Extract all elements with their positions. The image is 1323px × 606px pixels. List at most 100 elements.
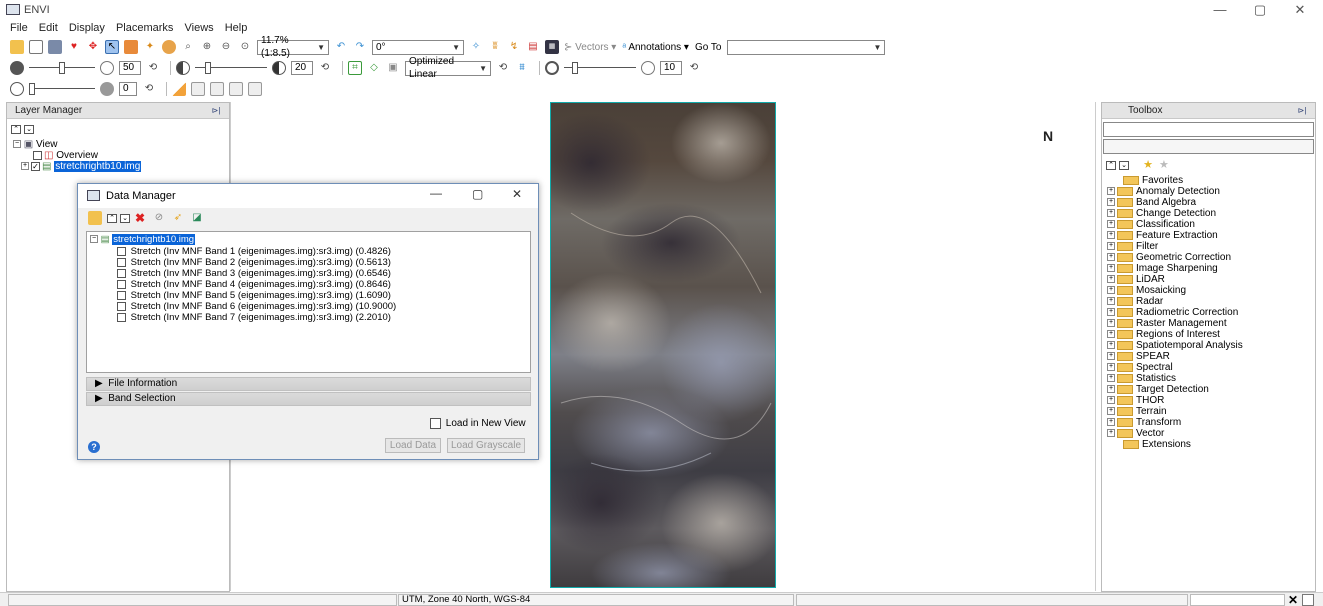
- chip-view-icon[interactable]: ▦: [545, 40, 559, 54]
- collapse-node-icon[interactable]: −: [13, 140, 21, 149]
- zoom-icon[interactable]: ⌕: [181, 40, 195, 54]
- collapse-node-icon[interactable]: −: [90, 235, 98, 244]
- help-icon[interactable]: ?: [88, 441, 100, 453]
- load-new-view-checkbox[interactable]: [430, 418, 441, 429]
- expand-node-icon[interactable]: +: [1107, 308, 1115, 317]
- band-checkbox[interactable]: [117, 257, 126, 267]
- brightness-input[interactable]: 50: [119, 61, 141, 75]
- expand-node-icon[interactable]: +: [1107, 407, 1115, 416]
- open-file-icon[interactable]: [88, 211, 102, 225]
- reset-stretch-icon[interactable]: ⟲: [496, 61, 510, 75]
- toolbox-item[interactable]: + Feature Extraction: [1107, 230, 1218, 241]
- zoom-combo[interactable]: 11.7% (1:8.5) ▼: [257, 35, 329, 59]
- process-manager-icon[interactable]: [1302, 594, 1314, 606]
- export-icon[interactable]: ◪: [190, 211, 204, 225]
- toolbox-item[interactable]: + Filter: [1107, 241, 1158, 252]
- toolbox-item[interactable]: + Classification: [1107, 219, 1195, 230]
- band-checkbox[interactable]: [117, 312, 126, 322]
- expand-node-icon[interactable]: +: [21, 162, 29, 171]
- band-row[interactable]: Stretch (Inv MNF Band 5 (eigenimages.img…: [117, 290, 391, 301]
- slider-thumb[interactable]: [572, 62, 578, 74]
- band-row[interactable]: Stretch (Inv MNF Band 4 (eigenimages.img…: [117, 279, 391, 290]
- flicker-icon[interactable]: ʬ: [488, 40, 502, 54]
- band-row[interactable]: Stretch (Inv MNF Band 3 (eigenimages.img…: [117, 268, 391, 279]
- contrast-input[interactable]: 20: [291, 61, 313, 75]
- expand-node-icon[interactable]: +: [1107, 286, 1115, 295]
- vectors-menu[interactable]: ⊱ Vectors ▾: [564, 42, 616, 53]
- collapse-all-icon[interactable]: ⌃: [1106, 160, 1116, 170]
- zoom-extent-icon[interactable]: ⊙: [238, 40, 252, 54]
- menu-help[interactable]: Help: [225, 20, 248, 36]
- menu-placemarks[interactable]: Placemarks: [116, 20, 173, 36]
- load-new-view-option[interactable]: Load in New View: [430, 418, 526, 429]
- zoom-in-icon[interactable]: ⊕: [200, 40, 214, 54]
- band-checkbox[interactable]: [117, 268, 126, 278]
- layout-1x1-icon[interactable]: [191, 82, 205, 96]
- reset-transparency-icon[interactable]: ⟲: [142, 82, 156, 96]
- toolbox-item[interactable]: + Target Detection: [1107, 384, 1209, 395]
- blend-icon[interactable]: ↯: [507, 40, 521, 54]
- layout-grid-icon[interactable]: [248, 82, 262, 96]
- tree-view-node[interactable]: − ▣ View: [13, 139, 229, 150]
- tree-overview-node[interactable]: ◫ Overview: [13, 150, 229, 161]
- open-file-icon[interactable]: [10, 40, 24, 54]
- collapse-all-icon[interactable]: ⌃: [107, 213, 117, 223]
- cancel-process-icon[interactable]: ✕: [1288, 593, 1298, 606]
- roam-icon[interactable]: [162, 40, 176, 54]
- menu-display[interactable]: Display: [69, 20, 105, 36]
- cursor-value-icon[interactable]: ♥: [67, 40, 81, 54]
- close-file-icon[interactable]: ✖: [133, 211, 147, 225]
- sharpen-input[interactable]: 10: [660, 61, 682, 75]
- toolbox-item[interactable]: + Image Sharpening: [1107, 263, 1218, 274]
- stretch-combo[interactable]: Optimized Linear ▼: [405, 56, 491, 80]
- zoom-out-icon[interactable]: ⊖: [219, 40, 233, 54]
- transparency-slider[interactable]: [29, 82, 95, 96]
- crosshair-icon[interactable]: ✥: [86, 40, 100, 54]
- expand-node-icon[interactable]: +: [1107, 385, 1115, 394]
- add-favorite-icon[interactable]: ★: [1143, 159, 1153, 171]
- rotate-right-icon[interactable]: ↷: [353, 40, 367, 54]
- annotations-menu[interactable]: ᵃ Annotations ▾: [622, 42, 689, 53]
- transparency-input[interactable]: 0: [119, 82, 137, 96]
- overview-checkbox[interactable]: [33, 150, 42, 160]
- fly-icon[interactable]: [124, 40, 138, 54]
- data-manager-icon[interactable]: [29, 40, 43, 54]
- pin-icon[interactable]: ⊳|: [209, 105, 223, 116]
- load-grayscale-button[interactable]: Load Grayscale: [447, 438, 525, 453]
- reset-contrast-icon[interactable]: ⟲: [318, 61, 332, 75]
- toolbox-item[interactable]: + Mosaicking: [1107, 285, 1186, 296]
- minimize-button[interactable]: —: [1205, 2, 1235, 18]
- expand-node-icon[interactable]: +: [1107, 297, 1115, 306]
- reset-brightness-icon[interactable]: ⟲: [146, 61, 160, 75]
- load-data-button[interactable]: Load Data: [385, 438, 441, 453]
- band-checkbox[interactable]: [117, 246, 126, 256]
- toolbox-item[interactable]: + THOR: [1107, 395, 1164, 406]
- slider-thumb[interactable]: [205, 62, 211, 74]
- toolbox-item[interactable]: + LiDAR: [1107, 274, 1165, 285]
- close-button[interactable]: ✕: [1285, 2, 1315, 18]
- dialog-minimize-button[interactable]: —: [430, 186, 442, 200]
- expand-node-icon[interactable]: +: [1107, 209, 1115, 218]
- rotation-combo[interactable]: 0° ▼: [372, 39, 464, 55]
- band-selection-section[interactable]: ▶ Band Selection: [86, 392, 531, 406]
- band-row[interactable]: Stretch (Inv MNF Band 1 (eigenimages.img…: [117, 246, 391, 257]
- toolbox-item[interactable]: + Anomaly Detection: [1107, 186, 1220, 197]
- stretch-type-icon[interactable]: ▣: [386, 61, 400, 75]
- toolbox-item[interactable]: + Spectral: [1107, 362, 1173, 373]
- expand-node-icon[interactable]: +: [1107, 319, 1115, 328]
- remove-favorite-icon[interactable]: ★: [1159, 159, 1169, 171]
- toolbox-item[interactable]: + Radiometric Correction: [1107, 307, 1238, 318]
- toolbox-item[interactable]: + Change Detection: [1107, 208, 1216, 219]
- band-row[interactable]: Stretch (Inv MNF Band 2 (eigenimages.img…: [117, 257, 391, 268]
- toolbox-item[interactable]: + Transform: [1107, 417, 1181, 428]
- reset-sharpen-icon[interactable]: ⟲: [687, 61, 701, 75]
- stretch-icon[interactable]: ⌗: [348, 61, 362, 75]
- file-node[interactable]: − ▤ stretchrightb10.img: [90, 234, 196, 245]
- expand-node-icon[interactable]: +: [1107, 198, 1115, 207]
- expand-node-icon[interactable]: +: [1107, 341, 1115, 350]
- goto-combo[interactable]: ▼: [727, 39, 886, 55]
- toolbox-item[interactable]: + SPEAR: [1107, 351, 1170, 362]
- menu-views[interactable]: Views: [185, 20, 214, 36]
- band-row[interactable]: Stretch (Inv MNF Band 6 (eigenimages.img…: [117, 301, 396, 312]
- toolbox-item[interactable]: + Spatiotemporal Analysis: [1107, 340, 1243, 351]
